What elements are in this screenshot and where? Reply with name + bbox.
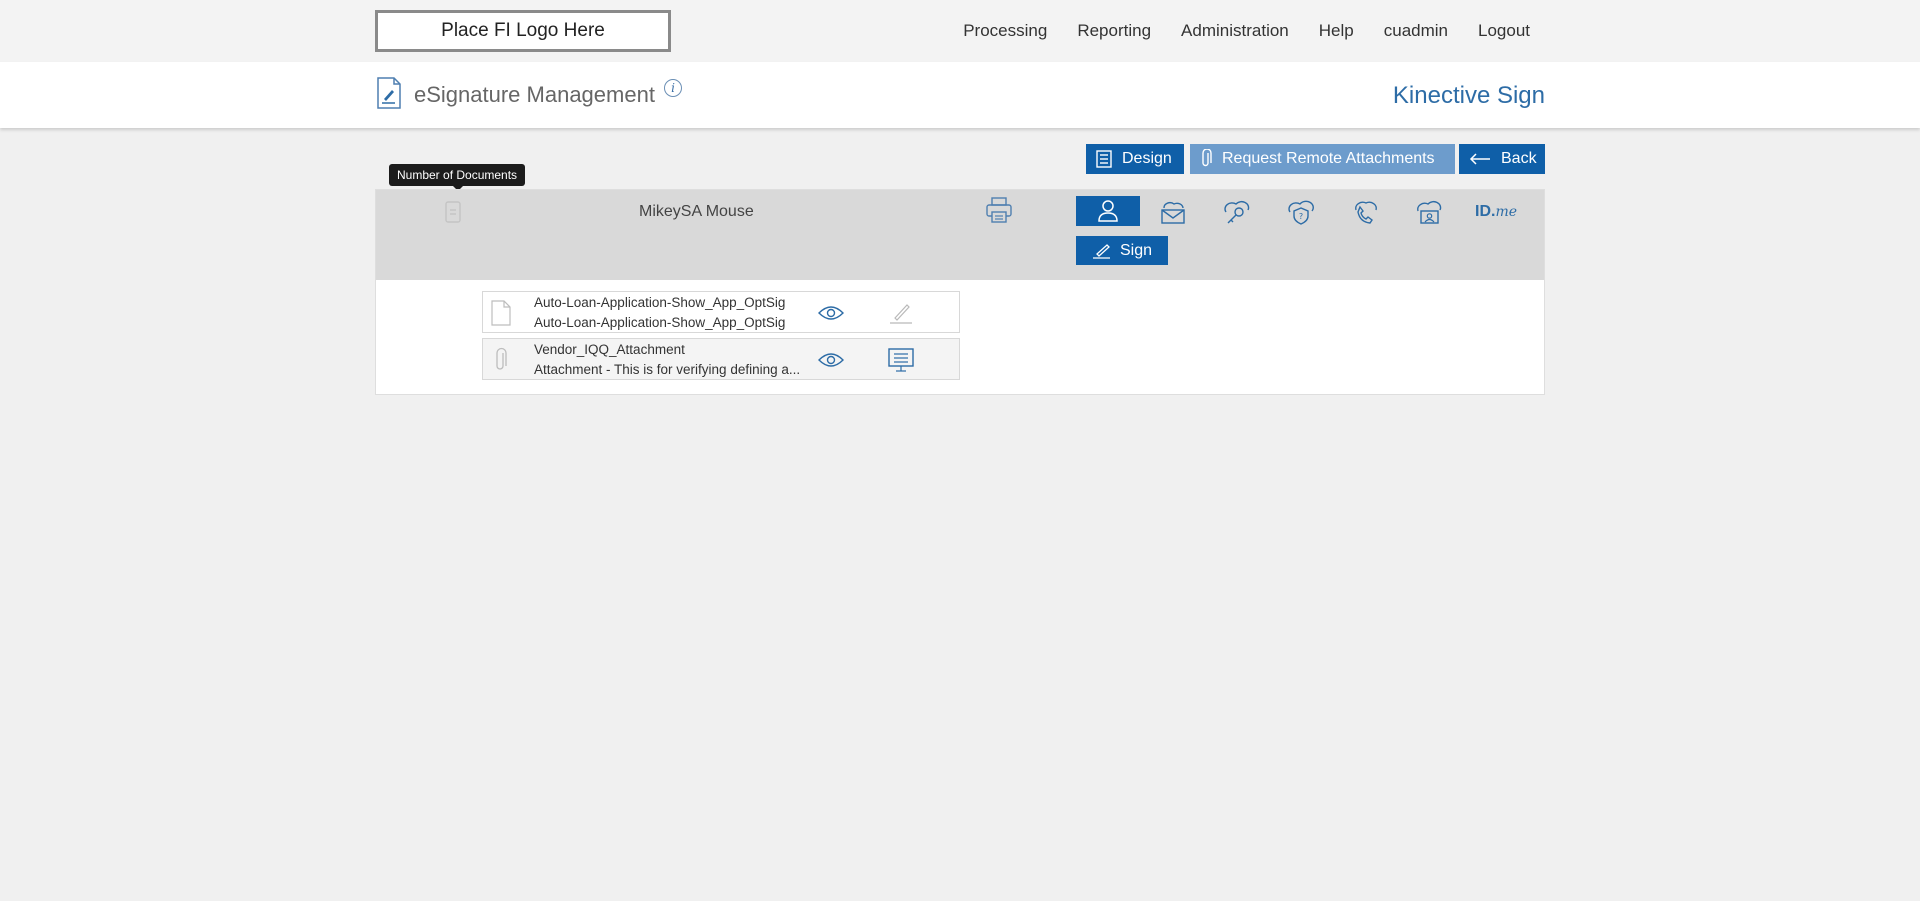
document-count-icon[interactable] xyxy=(444,200,462,224)
document-row: Vendor_IQQ_Attachment Attachment - This … xyxy=(482,338,960,380)
nav-processing[interactable]: Processing xyxy=(963,21,1047,41)
signer-row: MikeySA Mouse ? ID.me Sign xyxy=(376,190,1544,280)
nav-reporting[interactable]: Reporting xyxy=(1077,21,1151,41)
nav-logout[interactable]: Logout xyxy=(1478,21,1530,41)
document-icon xyxy=(491,300,511,326)
idme-icon[interactable]: ID.me xyxy=(1475,203,1517,221)
brand-title: Kinective Sign xyxy=(1392,82,1545,109)
idme-text: ID. xyxy=(1475,203,1496,220)
eye-icon[interactable] xyxy=(817,304,845,322)
signer-panel: MikeySA Mouse ? ID.me Sign Auto-Loan-App… xyxy=(375,189,1545,395)
document-row: Auto-Loan-Application-Show_App_OptSig Au… xyxy=(482,291,960,333)
paperclip-icon xyxy=(1200,149,1212,169)
page-header: eSignature Management i Kinective Sign xyxy=(0,62,1920,128)
document-name: Vendor_IQQ_Attachment xyxy=(534,342,685,357)
design-button-label: Design xyxy=(1122,150,1172,167)
svg-text:?: ? xyxy=(1299,212,1303,221)
fi-logo-placeholder[interactable]: Place FI Logo Here xyxy=(375,10,671,52)
monitor-icon[interactable] xyxy=(886,347,916,373)
top-navigation-bar: Place FI Logo Here Processing Reporting … xyxy=(0,0,1920,62)
printer-icon[interactable] xyxy=(985,196,1013,224)
idme-suffix: me xyxy=(1495,204,1518,220)
eye-icon[interactable] xyxy=(817,351,845,369)
sign-button[interactable]: Sign xyxy=(1076,236,1168,265)
in-person-icon xyxy=(1098,200,1118,222)
email-icon[interactable] xyxy=(1158,198,1188,226)
request-remote-attachments-button[interactable]: Request Remote Attachments xyxy=(1190,144,1455,174)
nav-help[interactable]: Help xyxy=(1319,21,1354,41)
sign-button-label: Sign xyxy=(1119,241,1153,259)
id-card-icon[interactable] xyxy=(1414,198,1444,226)
sign-icon[interactable] xyxy=(886,300,916,326)
back-button[interactable]: Back xyxy=(1459,144,1545,174)
arrow-left-icon xyxy=(1469,153,1491,165)
design-list-icon xyxy=(1096,150,1112,168)
security-question-icon[interactable]: ? xyxy=(1286,198,1316,226)
document-name: Auto-Loan-Application-Show_App_OptSig xyxy=(534,295,786,310)
document-description: Auto-Loan-Application-Show_App_OptSig xyxy=(534,315,786,330)
document-description: Attachment - This is for verifying defin… xyxy=(534,362,801,377)
phone-icon[interactable] xyxy=(1350,198,1380,226)
nav-administration[interactable]: Administration xyxy=(1181,21,1289,41)
page-title: eSignature Management xyxy=(414,82,655,107)
info-icon[interactable]: i xyxy=(664,79,682,97)
pen-icon xyxy=(1092,243,1110,259)
number-of-documents-tooltip: Number of Documents xyxy=(389,164,526,191)
design-button[interactable]: Design xyxy=(1086,144,1184,174)
request-remote-attachments-label: Request Remote Attachments xyxy=(1222,150,1435,167)
attachment-icon xyxy=(496,347,507,370)
main-nav: Processing Reporting Administration Help… xyxy=(933,21,1530,41)
back-button-label: Back xyxy=(1501,150,1537,167)
in-person-auth-button[interactable] xyxy=(1076,196,1140,226)
nav-user-account[interactable]: cuadmin xyxy=(1384,21,1448,41)
signer-name: MikeySA Mouse xyxy=(639,203,754,220)
key-icon[interactable] xyxy=(1222,198,1252,226)
esignature-document-icon xyxy=(377,77,401,109)
